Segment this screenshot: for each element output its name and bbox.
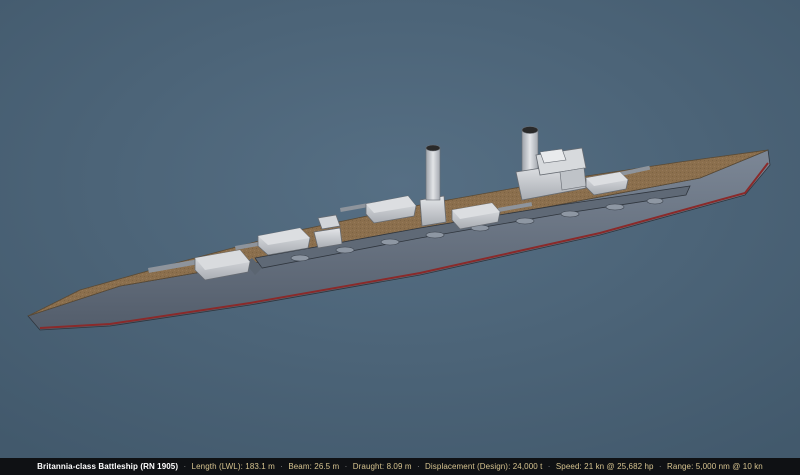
ship-viewer[interactable]: Britannia-class Battleship (RN 1905) · L… bbox=[0, 0, 800, 475]
stat-range: Range: 5,000 nm @ 10 kn bbox=[667, 462, 763, 471]
separator: · bbox=[658, 462, 662, 471]
ship-render-view[interactable] bbox=[0, 0, 800, 458]
separator: · bbox=[547, 462, 551, 471]
ship-title: Britannia-class Battleship (RN 1905) bbox=[37, 462, 179, 471]
stat-length: Length (LWL): 183.1 m bbox=[191, 462, 275, 471]
stat-displacement: Displacement (Design): 24,000 t bbox=[425, 462, 543, 471]
separator: · bbox=[344, 462, 348, 471]
ship-info-bar: Britannia-class Battleship (RN 1905) · L… bbox=[0, 458, 800, 475]
separator: · bbox=[416, 462, 420, 471]
stat-speed: Speed: 21 kn @ 25,682 hp bbox=[555, 462, 654, 471]
stat-beam: Beam: 26.5 m bbox=[288, 462, 340, 471]
separator: · bbox=[183, 462, 187, 471]
separator: · bbox=[280, 462, 283, 471]
stat-draught: Draught: 8.09 m bbox=[352, 462, 412, 471]
